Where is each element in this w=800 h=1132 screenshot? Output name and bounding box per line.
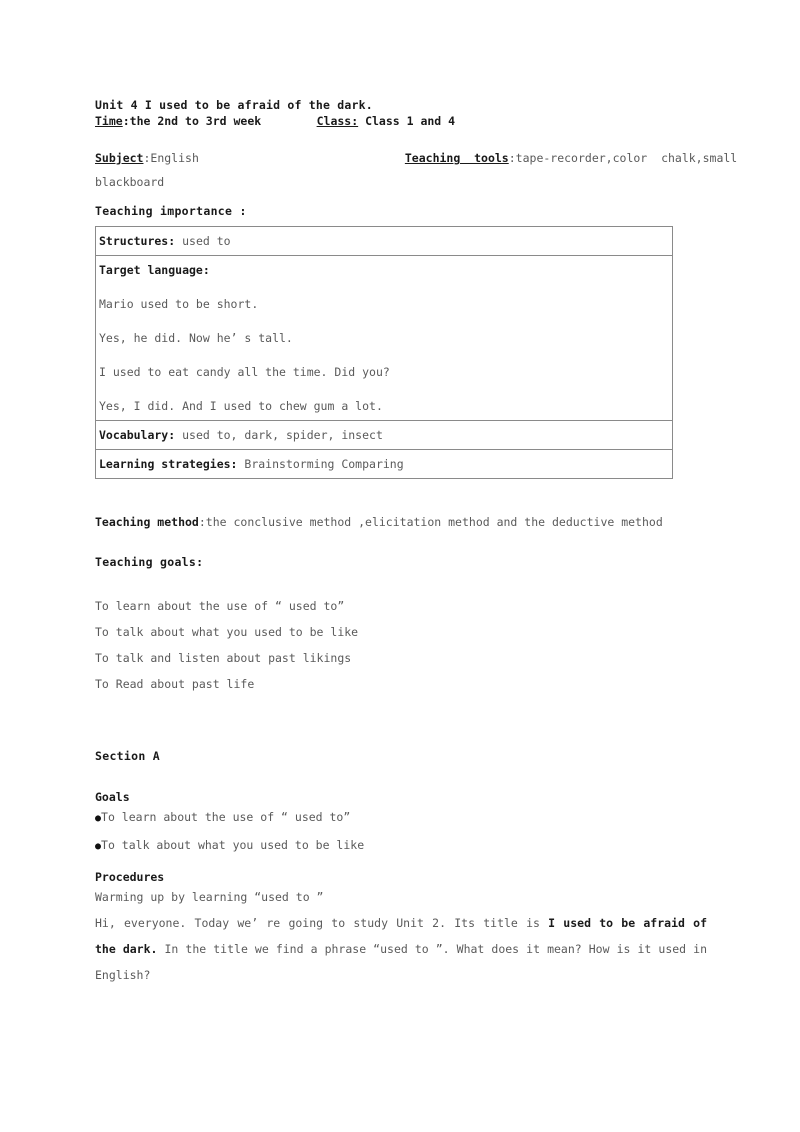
table-row-target-language: Target language: Mario used to be short.… xyxy=(95,255,673,421)
section-a-goal-item: ●To talk about what you used to be like xyxy=(95,832,710,860)
structures-label: Structures: xyxy=(99,234,176,248)
teaching-goal-item: To learn about the use of “ used to” xyxy=(95,599,345,613)
target-language-label: Target language: xyxy=(99,263,210,277)
learning-strategies-cell: Learning strategies: Brainstorming Compa… xyxy=(95,449,673,479)
teaching-method-value: the conclusive method ,elicitation metho… xyxy=(205,515,663,529)
document-title: Unit 4 I used to be afraid of the dark. xyxy=(95,98,373,112)
vocabulary-cell: Vocabulary: used to, dark, spider, insec… xyxy=(95,420,673,450)
vocabulary-label: Vocabulary: xyxy=(99,428,176,442)
paragraph-part-one: Hi, everyone. Today we’ re going to stud… xyxy=(95,916,549,930)
table-row-vocabulary: Vocabulary: used to, dark, spider, insec… xyxy=(95,420,673,450)
paragraph-part-two: In the title we find a phrase “used to ”… xyxy=(95,942,707,982)
section-a-goals-heading: Goals xyxy=(95,790,130,804)
section-a-goal-text: To learn about the use of “ used to” xyxy=(101,810,351,824)
teaching-tools-label: Teaching tools xyxy=(404,151,509,165)
class-label: Class: xyxy=(316,114,359,128)
teaching-method-row: Teaching method:the conclusive method ,e… xyxy=(95,513,710,531)
section-a-goal-text: To talk about what you used to be like xyxy=(101,838,365,852)
teaching-goals-heading: Teaching goals: xyxy=(95,555,204,569)
teaching-tools-separator: : xyxy=(508,151,516,165)
document-content: Unit 4 I used to be afraid of the dark. … xyxy=(95,98,737,988)
target-language-line: Mario used to be short. xyxy=(99,297,259,311)
structures-value: used to xyxy=(175,234,231,248)
teaching-goal-item: To Read about past life xyxy=(95,677,255,691)
vocabulary-value: used to, dark, spider, insect xyxy=(175,428,383,442)
target-language-cell: Target language: Mario used to be short.… xyxy=(95,255,673,421)
subject-value: English xyxy=(150,151,199,165)
procedures-paragraph: Hi, everyone. Today we’ re going to stud… xyxy=(95,910,707,988)
teaching-importance-heading: Teaching importance : xyxy=(95,204,247,218)
learning-strategies-label: Learning strategies: xyxy=(99,457,238,471)
teaching-tools-value: tape-recorder,color chalk,small xyxy=(515,151,738,165)
target-language-line: Yes, he did. Now he’ s tall. xyxy=(99,331,293,345)
structures-cell: Structures: used to xyxy=(95,226,673,256)
teaching-method-label: Teaching method xyxy=(95,515,199,529)
target-language-line: I used to eat candy all the time. Did yo… xyxy=(99,365,390,379)
time-value: the 2nd to 3rd week xyxy=(129,114,262,128)
target-language-line: Yes, I did. And I used to chew gum a lot… xyxy=(99,399,383,413)
teaching-goals-list: To learn about the use of “ used to” To … xyxy=(95,593,710,697)
class-value: Class 1 and 4 xyxy=(358,114,456,128)
teaching-goal-item: To talk about what you used to be like xyxy=(95,625,359,639)
table-row-learning-strategies: Learning strategies: Brainstorming Compa… xyxy=(95,449,673,479)
time-label: Time xyxy=(95,114,123,128)
teaching-method-separator: : xyxy=(198,515,206,529)
warming-up-line: Warming up by learning “used to ” xyxy=(95,890,324,904)
table-row-structures: Structures: used to xyxy=(95,226,673,256)
time-separator: : xyxy=(122,114,130,128)
subject-tools-row: Subject:English Teaching tools:tape-recor… xyxy=(95,146,737,170)
teaching-importance-table: Structures: used to Target language: Mar… xyxy=(95,226,673,479)
learning-strategies-value: Brainstorming Comparing xyxy=(237,457,404,471)
document-page: Unit 4 I used to be afraid of the dark. … xyxy=(0,0,800,1132)
section-a-goal-item: ●To learn about the use of “ used to” xyxy=(95,804,710,832)
procedures-heading: Procedures xyxy=(95,870,165,884)
section-a-heading: Section A xyxy=(95,749,161,763)
teaching-tools-value-wrap: blackboard xyxy=(95,175,165,189)
time-class-row: Time:the 2nd to 3rd week Class: Class 1 … xyxy=(95,113,710,130)
teaching-goal-item: To talk and listen about past likings xyxy=(95,651,352,665)
subject-label: Subject xyxy=(95,151,144,165)
